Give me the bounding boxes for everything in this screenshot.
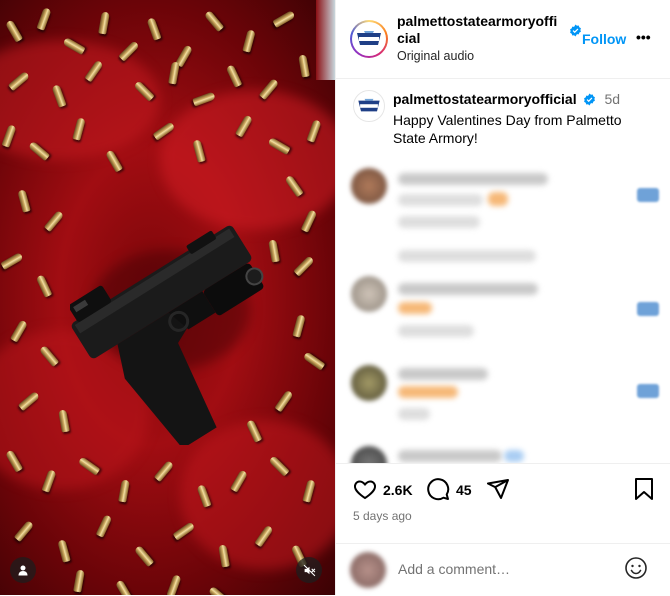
bullet-cartridge: [203, 10, 225, 32]
comment-like-icon-blurred[interactable]: [637, 188, 659, 202]
bullet-cartridge: [118, 479, 130, 503]
caption-text-line-2: State Armory!: [393, 130, 478, 146]
bullet-cartridge: [95, 514, 113, 538]
header-text: palmettostatearmoryoffi cial Original au…: [397, 13, 577, 63]
bullet-cartridge: [133, 545, 155, 567]
comment-like-icon-blurred[interactable]: [637, 302, 659, 316]
bullet-cartridge: [272, 10, 296, 28]
comment-avatar[interactable]: [351, 365, 387, 401]
comment-username-blurred: [398, 368, 488, 380]
verified-badge-icon: [584, 93, 595, 106]
audio-label[interactable]: Original audio: [397, 49, 577, 63]
comment-avatar[interactable]: [351, 446, 387, 463]
bullet-cartridge: [153, 460, 175, 482]
brand-logo-icon: [357, 31, 381, 45]
bullet-cartridge: [43, 210, 65, 232]
comment-text-blurred: [398, 386, 458, 398]
mute-button[interactable]: [296, 557, 322, 583]
more-options-button[interactable]: •••: [636, 29, 651, 45]
comments-list[interactable]: palmettostatearmoryofficial 5d Happy Val…: [336, 78, 670, 463]
smiley-icon[interactable]: [624, 556, 648, 580]
paper-plane-icon[interactable]: [486, 477, 510, 501]
follow-button[interactable]: Follow: [582, 31, 626, 47]
speech-bubble-icon[interactable]: [426, 477, 450, 501]
bullet-cartridge: [166, 574, 182, 595]
bullet-cartridge: [36, 7, 52, 31]
bullet-cartridge: [302, 351, 326, 371]
bullet-cartridge: [168, 61, 180, 85]
comment-username-blurred: [398, 450, 502, 462]
avatar-inner: [352, 22, 386, 56]
caption-username[interactable]: palmettostatearmoryofficial: [393, 91, 577, 107]
comment-meta-blurred: [398, 250, 536, 262]
tagged-users-button[interactable]: [10, 557, 36, 583]
post-media[interactable]: [0, 0, 335, 595]
post-header: palmettostatearmoryoffi cial Original au…: [336, 0, 670, 79]
bullet-cartridge: [17, 189, 31, 213]
header-username-line-2[interactable]: cial: [397, 30, 577, 47]
caption-avatar[interactable]: [353, 90, 385, 122]
comment-like-icon-blurred[interactable]: [637, 384, 659, 398]
comment-username-blurred: [398, 173, 548, 185]
bullet-cartridge: [274, 389, 294, 413]
media-edge: [316, 0, 335, 80]
comment-text-blurred: [398, 325, 474, 337]
bullet-cartridge: [0, 252, 24, 270]
fabric-fold: [0, 40, 160, 160]
add-comment-bar: Add a comment…: [336, 543, 670, 596]
post-actions: 2.6K 45 5 days ago: [336, 463, 670, 544]
avatar[interactable]: [350, 20, 388, 58]
comment-text-blurred: [398, 216, 480, 228]
caption-text-line-1: Happy Valentines Day from Palmetto: [393, 112, 622, 128]
comment-text-blurred: [398, 194, 483, 206]
bullet-cartridge: [225, 64, 243, 88]
current-user-avatar: [350, 552, 386, 588]
bullet-cartridge: [208, 585, 230, 595]
bullet-cartridge: [5, 19, 23, 43]
bullet-cartridge: [105, 149, 123, 173]
bullet-cartridge: [293, 255, 315, 277]
comment-avatar[interactable]: [351, 276, 387, 312]
caption: palmettostatearmoryofficial 5d Happy Val…: [393, 91, 663, 147]
bookmark-icon[interactable]: [633, 477, 655, 501]
comment-avatar[interactable]: [351, 168, 387, 204]
comment-text-blurred: [398, 408, 430, 420]
verified-badge-icon: [570, 24, 581, 37]
bullet-cartridge: [115, 579, 133, 595]
post-details-panel: palmettostatearmoryoffi cial Original au…: [335, 0, 670, 595]
add-comment-input[interactable]: Add a comment…: [398, 561, 510, 577]
bullet-cartridge: [298, 54, 310, 78]
person-icon: [18, 565, 28, 576]
speaker-muted-icon: [303, 564, 315, 576]
comment-emoji-blurred: [488, 192, 508, 206]
posted-time[interactable]: 5 days ago: [353, 509, 412, 523]
bullet-cartridge: [57, 539, 71, 563]
brand-logo-icon: [358, 98, 380, 112]
comment-username-blurred: [398, 283, 538, 295]
bullet-cartridge: [98, 11, 110, 35]
bullet-cartridge: [73, 569, 85, 593]
comments-count[interactable]: 45: [456, 482, 472, 498]
bullet-cartridge: [242, 29, 256, 53]
bullet-cartridge: [146, 17, 162, 41]
header-username-line-1[interactable]: palmettostatearmoryoffi: [397, 13, 577, 30]
caption-age[interactable]: 5d: [605, 91, 621, 107]
bullet-cartridge: [35, 274, 53, 298]
comment-tag-blurred: [504, 450, 524, 462]
bullet-cartridge: [13, 520, 35, 542]
pistol-image: [70, 225, 264, 445]
bullet-cartridge: [292, 314, 306, 338]
heart-icon[interactable]: [353, 477, 377, 501]
comment-text-blurred: [398, 302, 432, 314]
likes-count[interactable]: 2.6K: [383, 482, 413, 498]
